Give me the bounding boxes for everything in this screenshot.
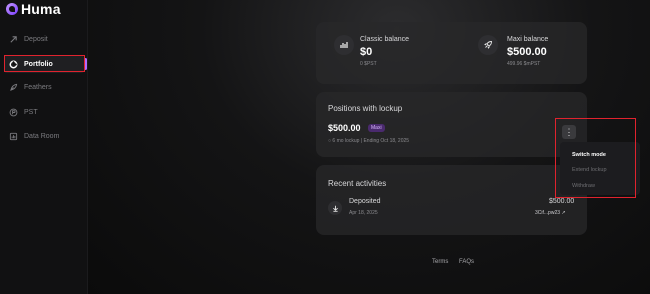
activity-tx: 3Cif...pw23 xyxy=(535,210,561,216)
activity-type: Deposited xyxy=(349,198,381,205)
sidebar-item-label: Deposit xyxy=(24,35,48,43)
position-amount: $500.00 xyxy=(328,123,361,133)
portfolio-icon xyxy=(9,60,18,68)
positions-title: Positions with lockup xyxy=(328,104,403,113)
sidebar-item-portfolio[interactable]: Portfolio xyxy=(4,55,87,73)
sidebar-item-label: PST xyxy=(24,108,38,116)
classic-balance-sub: 0 $PST xyxy=(360,61,377,67)
logo[interactable]: Huma xyxy=(6,1,61,17)
feather-icon xyxy=(10,83,18,91)
sidebar-item-pst[interactable]: PST xyxy=(4,103,84,121)
position-actions-menu: Switch mode Extend lockup Withdraw xyxy=(560,142,640,195)
balance-card: Classic balance $0 0 $PST Maxi balance $… xyxy=(316,22,587,84)
classic-balance-label: Classic balance xyxy=(360,36,410,43)
sidebar-item-label: Portfolio xyxy=(24,60,53,68)
menu-item-withdraw[interactable]: Withdraw xyxy=(572,183,595,189)
main-content: Classic balance $0 0 $PST Maxi balance $… xyxy=(88,0,650,294)
maxi-balance-label: Maxi balance xyxy=(507,36,549,43)
deposit-icon xyxy=(10,35,17,43)
maxi-badge: Maxi xyxy=(368,124,385,132)
maxi-balance-sub: 499.96 $mPST xyxy=(507,61,541,67)
sidebar-item-deposit[interactable]: Deposit xyxy=(4,30,84,48)
activity-amount: $500.00 xyxy=(549,198,575,205)
sidebar-item-label: Feathers xyxy=(24,83,52,91)
activity-date: Apr 18, 2025 xyxy=(349,210,378,216)
sidebar: Huma Deposit Portfolio Feathers PST Data… xyxy=(0,0,88,294)
lockup-text: 6 mo lockup | Ending Oct 18, 2025 xyxy=(332,138,410,144)
sidebar-item-data-room[interactable]: Data Room xyxy=(4,127,84,145)
sidebar-item-label: Data Room xyxy=(24,132,60,140)
external-link-icon: ↗ xyxy=(561,210,566,216)
rocket-icon xyxy=(478,35,498,55)
positions-card: Positions with lockup $500.00 Maxi ○ 6 m… xyxy=(316,92,587,157)
position-menu-button[interactable]: ⋮ xyxy=(562,125,576,139)
more-vertical-icon: ⋮ xyxy=(564,126,574,137)
menu-item-extend-lockup[interactable]: Extend lockup xyxy=(572,167,607,173)
footer-faqs-link[interactable]: FAQs xyxy=(459,259,474,265)
app-name: Huma xyxy=(21,1,61,17)
activity-tx-link[interactable]: 3Cif...pw23 ↗ xyxy=(535,210,566,216)
pst-icon xyxy=(9,108,18,116)
data-room-icon xyxy=(9,132,18,140)
lock-icon: ○ xyxy=(328,138,332,144)
bar-chart-icon xyxy=(334,35,354,55)
maxi-balance-value: $500.00 xyxy=(507,46,547,58)
footer-terms-link[interactable]: Terms xyxy=(432,259,448,265)
huma-logo-icon xyxy=(6,3,18,15)
lockup-info: ○ 6 mo lockup | Ending Oct 18, 2025 xyxy=(328,138,409,144)
sidebar-item-feathers[interactable]: Feathers xyxy=(4,78,84,96)
classic-balance-value: $0 xyxy=(360,46,373,58)
activities-card: Recent activities Deposited Apr 18, 2025… xyxy=(316,165,587,235)
activities-title: Recent activities xyxy=(328,179,387,188)
menu-item-switch-mode[interactable]: Switch mode xyxy=(572,152,606,158)
deposit-activity-icon xyxy=(328,201,342,215)
